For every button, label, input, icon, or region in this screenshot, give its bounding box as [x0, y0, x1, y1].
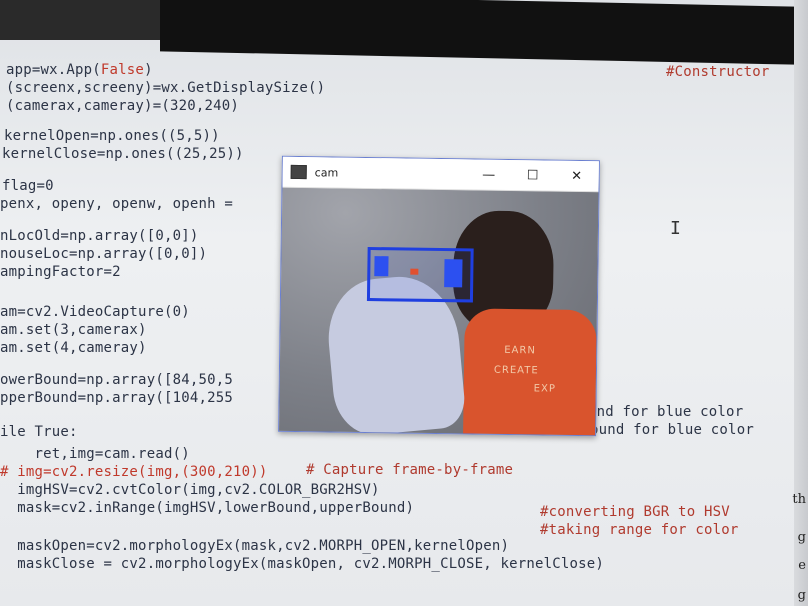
code-comment: und for blue color	[588, 404, 744, 420]
code-line: app=wx.App(False)	[6, 62, 153, 78]
person-shirt: EARN CREATE EXP	[463, 308, 597, 436]
text-cursor-icon: I	[670, 218, 681, 239]
window-title: cam	[314, 165, 339, 180]
edge-letter: g	[797, 588, 806, 603]
camera-feed: EARN CREATE EXP	[279, 187, 599, 436]
code-comment: #Constructor	[666, 64, 770, 80]
code-line: am.set(4,cameray)	[0, 340, 147, 356]
code-line: nLocOld=np.array([0,0])	[0, 228, 199, 244]
cam-titlebar[interactable]: cam — ☐ ✕	[282, 156, 599, 193]
right-window-edge: th g e g	[792, 0, 808, 606]
code-line: nouseLoc=np.array([0,0])	[0, 246, 208, 262]
edge-letter: e	[798, 558, 806, 573]
code-line: pperBound=np.array([104,255	[0, 390, 233, 406]
code-line: # img=cv2.resize(img,(300,210))	[0, 464, 268, 480]
redacted-top-bar	[160, 0, 796, 65]
code-line: maskClose = cv2.morphologyEx(maskOpen, c…	[0, 556, 605, 572]
code-comment: #taking range for color	[540, 522, 739, 538]
shirt-text: EARN	[504, 344, 536, 357]
shirt-text: EXP	[533, 383, 556, 395]
code-line: ile True:	[0, 424, 78, 440]
monitor-screen: app=wx.App(False) #Constructor (screenx,…	[0, 0, 808, 606]
code-comment: #converting BGR to HSV	[540, 504, 730, 520]
code-line: am=cv2.VideoCapture(0)	[0, 304, 190, 320]
code-line: mask=cv2.inRange(imgHSV,lowerBound,upper…	[0, 500, 415, 516]
code-line: (screenx,screeny)=wx.GetDisplaySize()	[6, 80, 326, 96]
minimize-button[interactable]: —	[466, 159, 510, 190]
code-line: penx, openy, openw, openh =	[0, 196, 233, 212]
maximize-button[interactable]: ☐	[510, 160, 554, 191]
detection-box	[366, 246, 474, 303]
code-comment: # Capture frame-by-frame	[306, 462, 514, 478]
code-line: kernelOpen=np.ones((5,5))	[4, 128, 220, 144]
edge-letter: th	[792, 492, 806, 507]
code-comment: ound for blue color	[590, 422, 754, 438]
code-line: kernelClose=np.ones((25,25))	[2, 146, 244, 162]
blue-blob	[444, 259, 463, 288]
code-line: flag=0	[2, 178, 54, 194]
cam-window[interactable]: cam — ☐ ✕ EARN CREATE EXP	[278, 155, 600, 437]
edge-letter: g	[797, 530, 806, 545]
shirt-text: CREATE	[493, 364, 539, 377]
code-line: owerBound=np.array([84,50,5	[0, 372, 233, 388]
code-line: ret,img=cam.read()	[0, 446, 190, 462]
app-window-icon	[290, 164, 307, 180]
code-line: imgHSV=cv2.cvtColor(img,cv2.COLOR_BGR2HS…	[0, 482, 380, 498]
blue-blob	[374, 256, 389, 277]
center-marker	[410, 268, 419, 275]
code-line: maskOpen=cv2.morphologyEx(mask,cv2.MORPH…	[0, 538, 510, 554]
code-line: (camerax,cameray)=(320,240)	[6, 98, 239, 114]
close-button[interactable]: ✕	[554, 161, 598, 192]
top-left-dark-region	[0, 0, 160, 40]
code-line: ampingFactor=2	[0, 264, 121, 280]
code-line: am.set(3,camerax)	[0, 322, 147, 338]
